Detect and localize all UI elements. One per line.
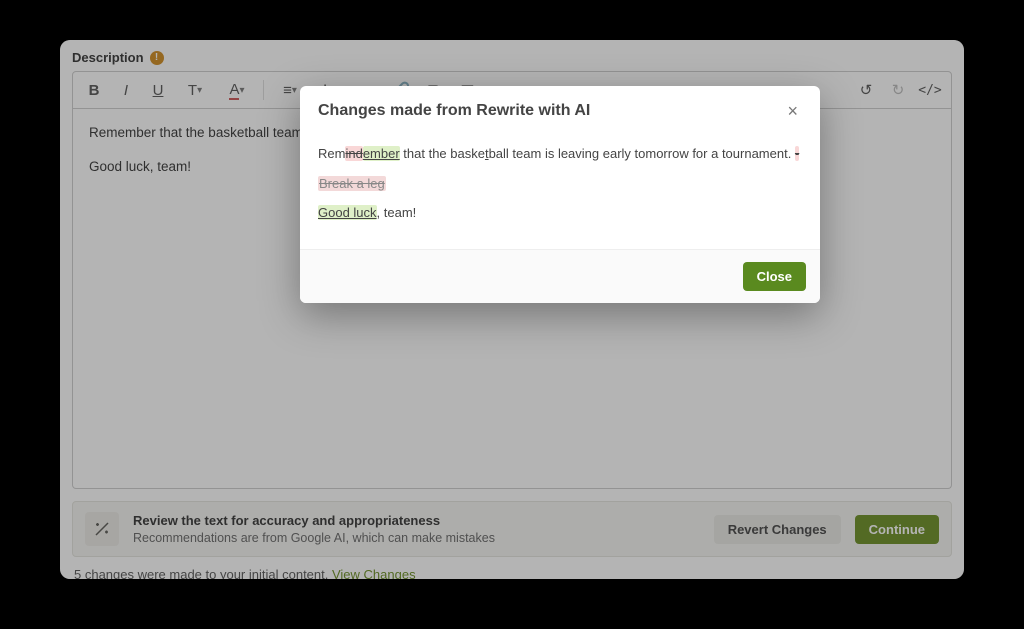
diff-line: Break a leg [318,174,802,194]
diff-line: Remindember that the basketball team is … [318,144,802,164]
modal-title: Changes made from Rewrite with AI [318,102,783,120]
close-icon[interactable]: × [783,102,802,120]
modal-body: Remindember that the basketball team is … [300,126,820,250]
diff-line: Good luck, team! [318,203,802,223]
changes-modal: Changes made from Rewrite with AI × Remi… [300,86,820,303]
modal-close-button[interactable]: Close [743,262,806,291]
